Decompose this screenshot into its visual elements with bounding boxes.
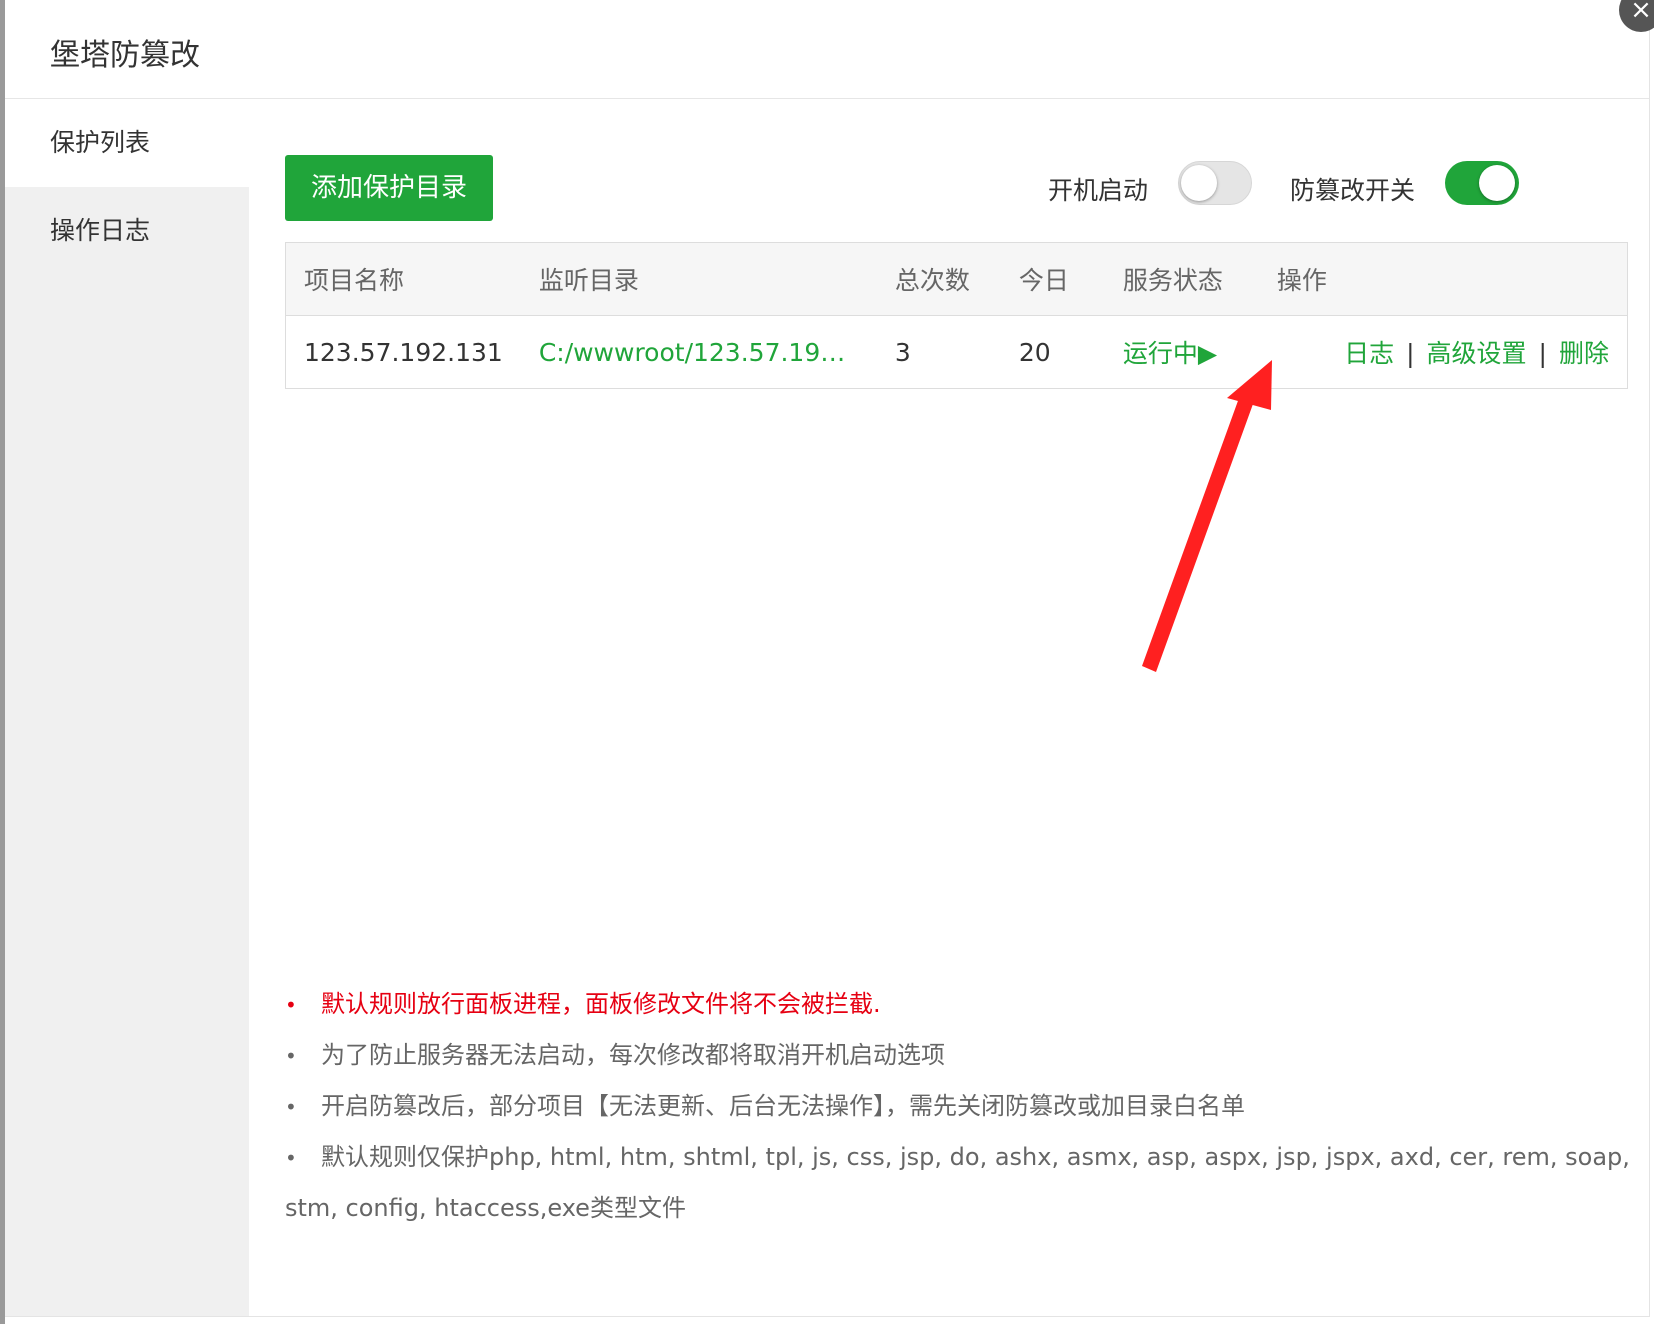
bullet-icon: • [285,993,297,1017]
sidebar-item-protection-list[interactable]: 保护列表 [5,99,249,187]
tip-item-continued: stm, config, htaccess,exe类型文件 [285,1183,1645,1233]
sidebar: 保护列表 操作日志 [5,99,249,1316]
tip-item: • 默认规则仅保护php, html, htm, shtml, tpl, js, … [285,1132,1645,1183]
tip-text: 为了防止服务器无法启动，每次修改都将取消开机启动选项 [321,1041,945,1069]
tip-text: 开启防篡改后，部分项目【无法更新、后台无法操作】，需先关闭防篡改或加目录白名单 [321,1092,1245,1120]
close-icon[interactable]: × [1619,0,1654,32]
bullet-icon: • [285,1095,297,1119]
tip-item: • 开启防篡改后，部分项目【无法更新、后台无法操作】，需先关闭防篡改或加目录白名单 [285,1081,1645,1132]
dialog-title-bar: 堡塔防篡改 × [5,0,1654,99]
dialog-title: 堡塔防篡改 [50,38,200,73]
tip-text: 默认规则仅保护php, html, htm, shtml, tpl, js, c… [321,1143,1630,1171]
tips-list: • 默认规则放行面板进程，面板修改文件将不会被拦截. • 为了防止服务器无法启动，每… [285,979,1645,1233]
bullet-icon: • [285,1146,297,1170]
arrow-shaft [1142,398,1253,672]
arrow-head [1227,360,1272,410]
tip-item: • 为了防止服务器无法启动，每次修改都将取消开机启动选项 [285,1030,1645,1081]
tip-text: stm, config, htaccess,exe类型文件 [285,1194,686,1222]
tip-text: 默认规则放行面板进程，面板修改文件将不会被拦截. [321,990,881,1018]
bullet-icon: • [285,1044,297,1068]
annotation-arrow [1142,360,1272,672]
main-content: 添加保护目录 开机启动 防篡改开关 项目名称 监听目录 总次数 今日 服务状态 … [249,99,1649,1316]
sidebar-item-operation-log[interactable]: 操作日志 [5,187,249,275]
tamper-protection-dialog: 堡塔防篡改 × 保护列表 操作日志 添加保护目录 开机启动 防篡改开关 项目名称… [5,0,1654,1317]
tip-item: • 默认规则放行面板进程，面板修改文件将不会被拦截. [285,979,1645,1030]
